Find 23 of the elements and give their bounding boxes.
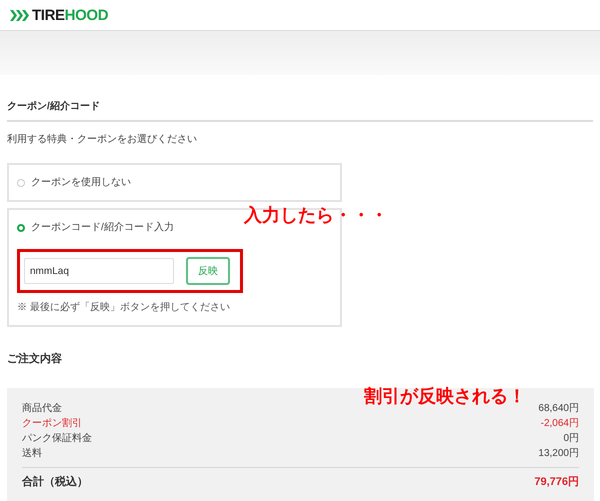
chevrons-icon [10, 10, 30, 20]
annotation-text: 割引が反映される！ [364, 385, 526, 408]
summary-amount: 0円 [563, 432, 579, 446]
summary-label: パンク保証料金 [22, 432, 92, 446]
option-label[interactable]: クーポンを使用しない [31, 175, 131, 190]
annotation-text: 入力したら・・・ [244, 204, 388, 227]
code-input[interactable]: nmmLaq [24, 258, 174, 284]
summary-label: クーポン割引 [22, 416, 82, 430]
summary-amount: -2,064円 [540, 416, 579, 430]
radio-button[interactable] [17, 178, 25, 186]
summary-label: 送料 [22, 446, 42, 460]
summary-label: 商品代金 [22, 402, 62, 416]
order-title: ご注文内容 [7, 352, 63, 367]
section-title: クーポン/紹介コード [7, 101, 100, 112]
section-description: 利用する特典・クーポンをお選びください [7, 132, 198, 147]
note-text: ※ 最後に必ず「反映」ボタンを押してください [17, 300, 231, 315]
summary-amount: 68,640円 [538, 402, 579, 416]
total-amount: 79,776円 [534, 474, 579, 490]
logo[interactable]: TIREHOOD [32, 8, 108, 22]
radio-button[interactable] [17, 224, 25, 232]
total-label: 合計（税込） [22, 474, 88, 490]
summary-amount: 13,200円 [538, 446, 579, 460]
option-label[interactable]: クーポンコード/紹介コード入力 [31, 220, 174, 235]
